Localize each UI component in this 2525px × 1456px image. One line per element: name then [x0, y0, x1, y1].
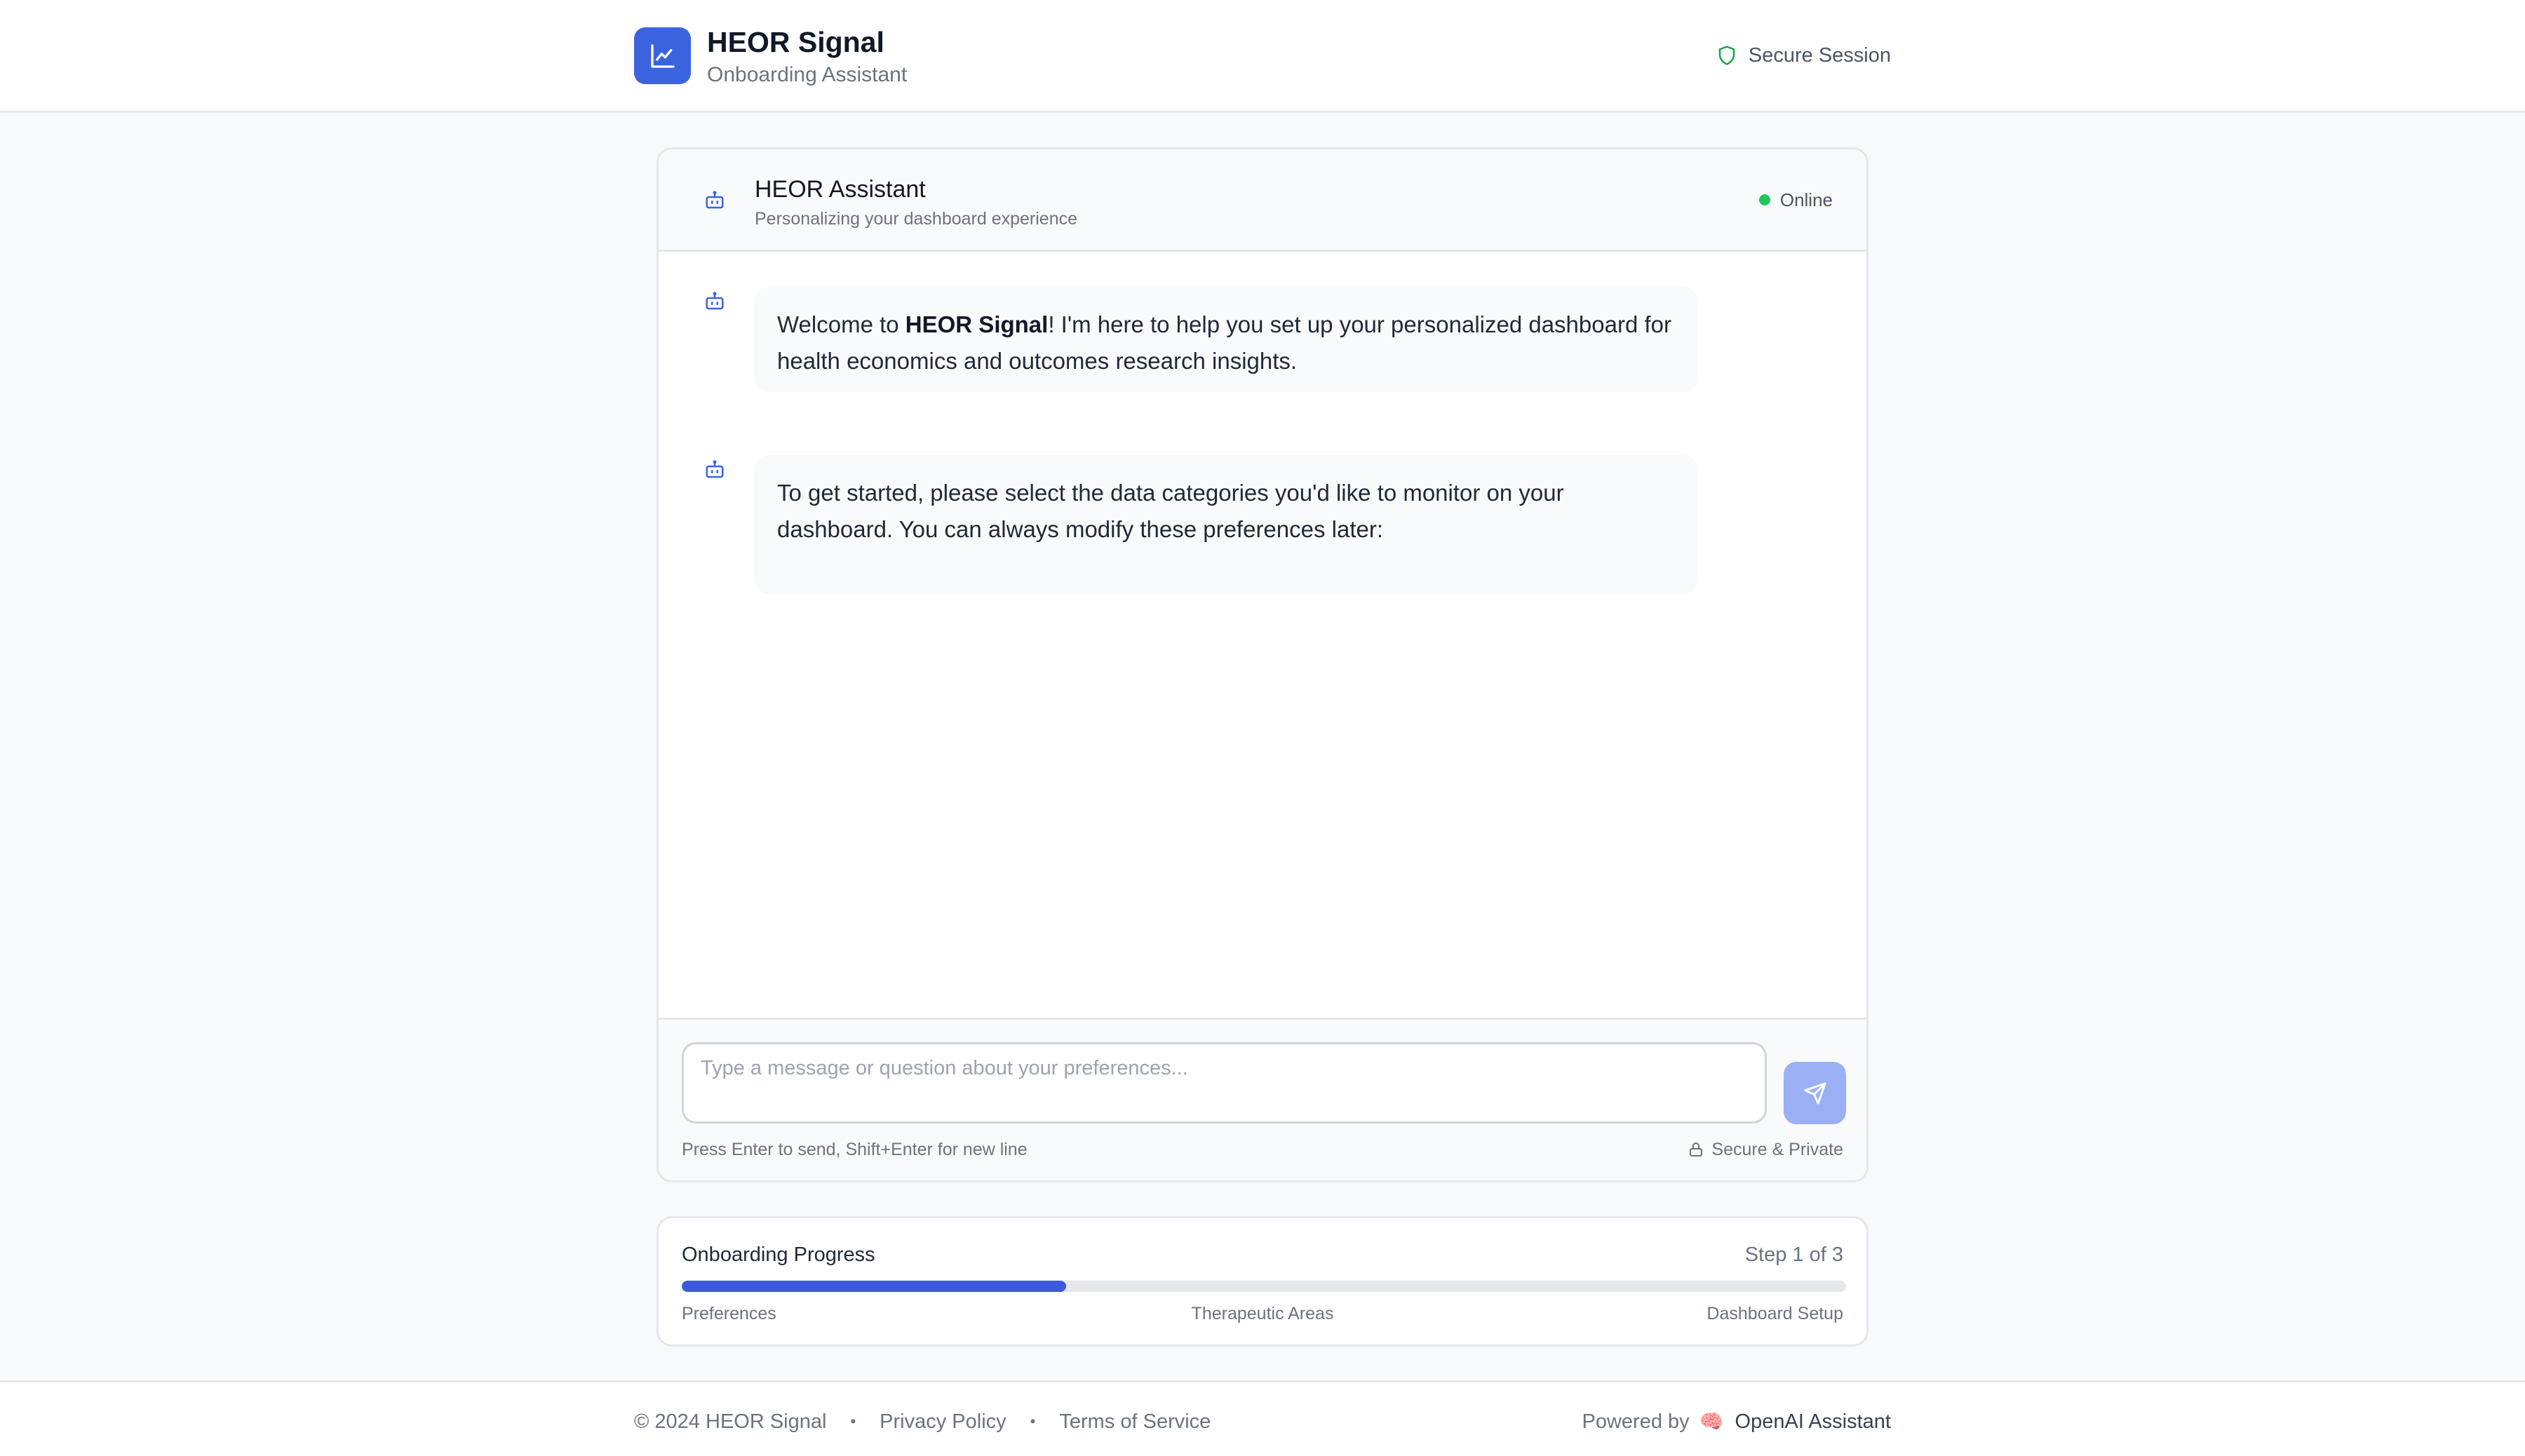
assistant-name: HEOR Assistant	[755, 176, 926, 203]
input-hint: Press Enter to send, Shift+Enter for new…	[682, 1140, 1028, 1159]
powered-by-name: OpenAI Assistant	[1735, 1410, 1891, 1433]
message-bold-text: HEOR Signal	[905, 311, 1049, 337]
stage-label-therapeutic-areas: Therapeutic Areas	[1191, 1304, 1334, 1323]
bot-avatar-icon	[703, 458, 727, 482]
assistant-message: To get started, please select the data c…	[755, 455, 1698, 594]
terms-of-service-link[interactable]: Terms of Service	[1059, 1409, 1211, 1434]
progress-step: Step 1 of 3	[1744, 1243, 1843, 1266]
app-subtitle: Onboarding Assistant	[707, 63, 908, 86]
assistant-description: Personalizing your dashboard experience	[755, 209, 1078, 229]
message-text: Welcome to	[777, 311, 905, 337]
chat-panel: HEOR Assistant Personalizing your dashbo…	[656, 147, 1868, 1182]
privacy-label: Secure & Private	[1711, 1140, 1843, 1159]
app-title: HEOR Signal	[707, 26, 884, 58]
send-icon	[1803, 1081, 1827, 1105]
chat-header: HEOR Assistant Personalizing your dashbo…	[659, 149, 1866, 252]
assistant-message: Welcome to HEOR Signal! I'm here to help…	[755, 287, 1698, 392]
stage-label-dashboard-setup: Dashboard Setup	[1706, 1304, 1843, 1323]
footer-separator: •	[850, 1413, 856, 1430]
powered-by: Powered by 🧠 OpenAI Assistant	[1582, 1409, 1892, 1434]
bot-avatar-icon	[703, 290, 727, 314]
app-header: HEOR Signal Onboarding Assistant Secure …	[0, 0, 2525, 113]
onboarding-progress: Onboarding Progress Step 1 of 3 Preferen…	[656, 1216, 1868, 1347]
progress-bar	[682, 1281, 1846, 1292]
lock-icon	[1688, 1140, 1704, 1159]
powered-by-label: Powered by	[1582, 1410, 1690, 1433]
online-dot-icon	[1758, 194, 1770, 205]
message-composer: Press Enter to send, Shift+Enter for new…	[659, 1018, 1866, 1180]
copyright: © 2024 HEOR Signal	[634, 1410, 827, 1433]
brain-icon: 🧠	[1699, 1410, 1724, 1432]
send-button[interactable]	[1784, 1062, 1846, 1124]
shield-icon	[1716, 44, 1737, 67]
privacy-indicator: Secure & Private	[1688, 1138, 1843, 1161]
footer-separator: •	[1030, 1413, 1036, 1430]
secure-session-label: Secure Session	[1748, 44, 1891, 67]
online-status: Online	[1758, 189, 1833, 211]
footer-links: © 2024 HEOR Signal • Privacy Policy • Te…	[634, 1409, 1211, 1434]
bot-icon	[703, 189, 727, 213]
privacy-policy-link[interactable]: Privacy Policy	[880, 1409, 1006, 1434]
line-chart-icon	[634, 27, 691, 84]
online-label: Online	[1779, 189, 1833, 210]
page-footer: © 2024 HEOR Signal • Privacy Policy • Te…	[0, 1380, 2525, 1456]
progress-title: Onboarding Progress	[682, 1243, 875, 1266]
secure-session-indicator: Secure Session	[1716, 42, 1891, 69]
message-input[interactable]	[682, 1042, 1767, 1124]
progress-bar-fill	[682, 1281, 1066, 1292]
